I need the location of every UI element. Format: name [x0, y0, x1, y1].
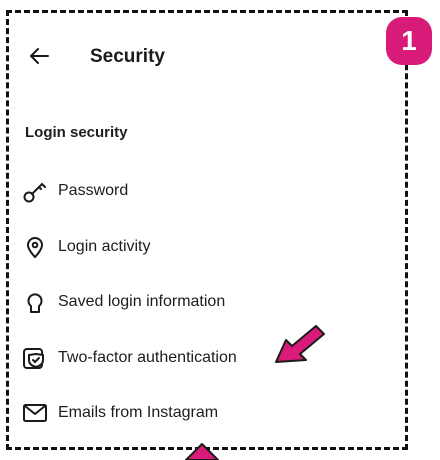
mail-icon: [22, 400, 48, 426]
menu-item-password[interactable]: Password: [22, 174, 362, 208]
menu-item-label: Password: [58, 182, 129, 199]
page-title: Security: [90, 46, 165, 67]
section-title: Login security: [25, 124, 128, 141]
pointer-arrow-icon: [185, 443, 219, 460]
menu-item-emails[interactable]: Emails from Instagram: [22, 396, 362, 430]
header: Security: [28, 38, 368, 74]
key-icon: [22, 178, 48, 204]
location-pin-icon: [22, 234, 48, 260]
menu-item-login-activity[interactable]: Login activity: [22, 230, 362, 264]
menu-item-saved-login[interactable]: Saved login information: [22, 285, 362, 319]
step-badge: 1: [386, 17, 432, 65]
menu-item-label: Saved login information: [58, 293, 226, 310]
arrow-left-icon[interactable]: [28, 45, 50, 67]
shield-check-icon: [22, 345, 48, 371]
menu-item-label: Login activity: [58, 238, 151, 255]
menu-item-label: Emails from Instagram: [58, 404, 219, 421]
pointer-arrow-icon: [275, 325, 325, 363]
menu-item-label: Two-factor authentication: [58, 349, 237, 366]
keyhole-icon: [22, 289, 48, 315]
